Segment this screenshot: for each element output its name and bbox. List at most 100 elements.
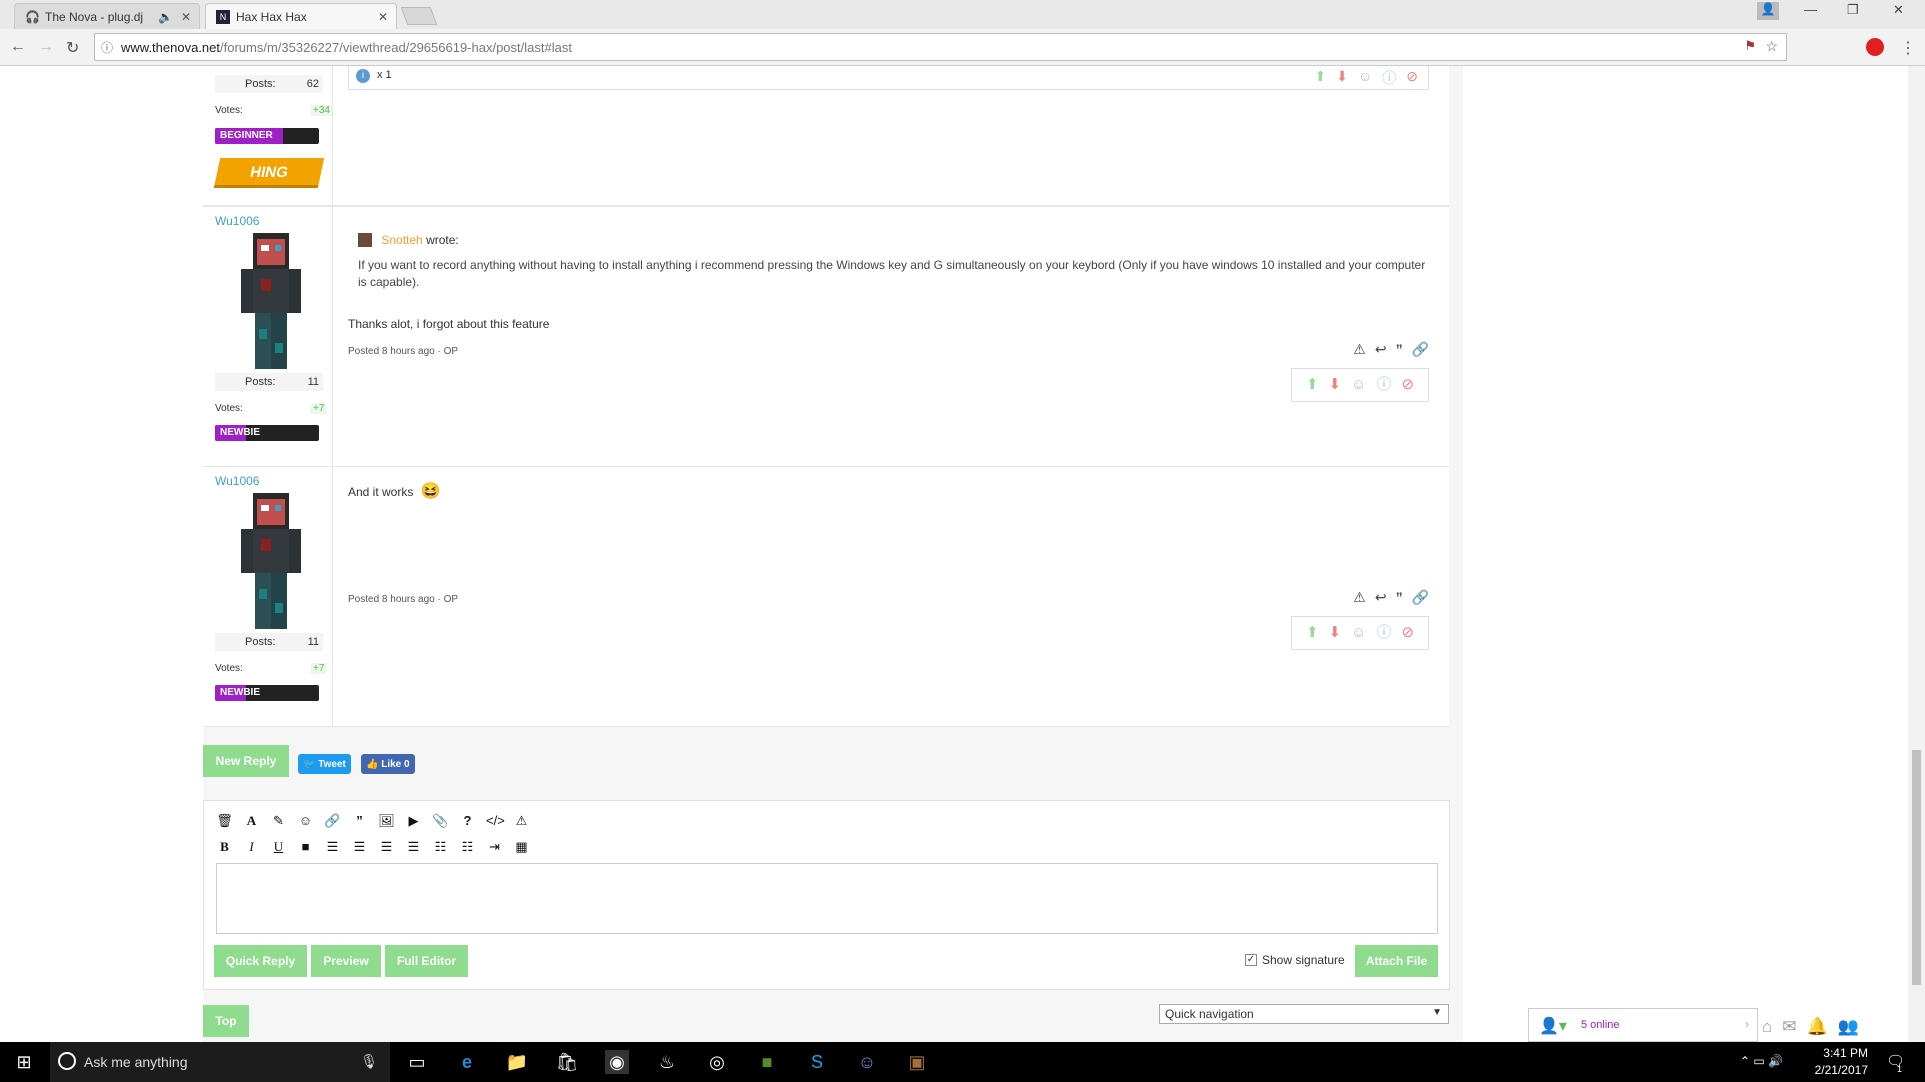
block-icon[interactable]: ⊘	[1401, 377, 1414, 393]
neutral-vote-icon[interactable]: ☺	[1358, 68, 1372, 88]
info-vote-icon[interactable]: ⓘ	[1376, 625, 1391, 641]
quote-icon[interactable]: ”	[351, 813, 368, 829]
microphone-icon[interactable]: 🎙	[360, 1053, 378, 1070]
menu-icon[interactable]: ⋮	[1900, 38, 1916, 58]
justify-icon[interactable]: ☰	[405, 839, 422, 855]
align-center-icon[interactable]: ☰	[351, 839, 368, 855]
downvote-icon[interactable]: ⬇	[1329, 377, 1342, 393]
close-icon[interactable]: ✕	[181, 10, 191, 24]
quote-icon[interactable]: ”	[1396, 589, 1403, 606]
user-icon[interactable]: 👤▾	[1539, 1016, 1567, 1036]
image-icon[interactable]: 🖼	[378, 813, 395, 829]
extension-icon[interactable]: ⚑	[1744, 38, 1756, 54]
new-reply-button[interactable]: New Reply	[203, 745, 289, 777]
video-icon[interactable]: ▶	[405, 813, 422, 829]
quick-reply-button[interactable]: Quick Reply	[214, 945, 307, 977]
avatar[interactable]	[241, 493, 301, 629]
new-tab-button[interactable]	[400, 7, 438, 25]
username-link[interactable]: Wu1006	[215, 214, 259, 228]
show-signature-checkbox[interactable]: ✓	[1245, 954, 1257, 966]
speaker-icon[interactable]: 🔈	[158, 10, 173, 24]
info-icon[interactable]: ⓘ	[101, 39, 113, 56]
italic-icon[interactable]: I	[243, 839, 260, 855]
trash-icon[interactable]: 🗑	[216, 813, 233, 829]
attachment-icon[interactable]: 📎	[432, 813, 449, 829]
chevron-right-icon[interactable]: ›	[1745, 1017, 1749, 1031]
back-icon[interactable]: ←	[10, 38, 26, 56]
help-icon[interactable]: ?	[459, 813, 476, 829]
color-icon[interactable]: ■	[297, 839, 314, 855]
table-icon[interactable]: ▦	[513, 839, 530, 855]
full-editor-button[interactable]: Full Editor	[385, 945, 468, 977]
bold-icon[interactable]: B	[216, 839, 233, 855]
bookmark-star-icon[interactable]: ☆	[1765, 38, 1778, 55]
block-icon[interactable]: ⊘	[1406, 68, 1418, 88]
store-icon[interactable]: 🛍	[555, 1050, 579, 1074]
block-icon[interactable]: ⊘	[1401, 625, 1414, 641]
task-view-icon[interactable]: ▭	[405, 1050, 429, 1074]
quote-author[interactable]: Snotteh	[381, 233, 422, 247]
scrollbar-thumb[interactable]	[1912, 750, 1921, 985]
reply-textarea[interactable]	[216, 863, 1438, 934]
report-icon[interactable]: ⚠	[1353, 589, 1366, 606]
minimize-icon[interactable]: —	[1804, 2, 1817, 17]
link-icon[interactable]: 🔗	[1412, 589, 1429, 606]
tab-hax[interactable]: N Hax Hax Hax ✕	[205, 3, 397, 29]
address-bar[interactable]: ⓘ www.thenova.net/forums/m/35326227/view…	[94, 33, 1787, 61]
file-explorer-icon[interactable]: 📁	[505, 1050, 529, 1074]
skype-icon[interactable]: S	[805, 1050, 829, 1074]
neutral-vote-icon[interactable]: ☺	[1351, 377, 1366, 393]
close-icon[interactable]: ✕	[378, 10, 388, 24]
align-right-icon[interactable]: ☰	[378, 839, 395, 855]
preview-button[interactable]: Preview	[311, 945, 381, 977]
steam-icon[interactable]: ♨	[655, 1050, 679, 1074]
reply-icon[interactable]: ↩	[1375, 589, 1387, 606]
extension-red-icon[interactable]	[1866, 38, 1884, 56]
quick-navigation-select[interactable]: Quick navigation ▼	[1159, 1004, 1449, 1024]
indent-icon[interactable]: ⇥	[486, 839, 503, 855]
forward-icon[interactable]: →	[38, 38, 54, 56]
upvote-icon[interactable]: ⬆	[1315, 68, 1327, 88]
neutral-vote-icon[interactable]: ☺	[1351, 625, 1366, 641]
windows-start-icon[interactable]: ⊞	[12, 1050, 36, 1074]
discord-icon[interactable]: ☺	[855, 1050, 879, 1074]
restore-icon[interactable]: ❐	[1847, 2, 1859, 18]
minecraft-icon[interactable]: ■	[755, 1050, 779, 1074]
edge-icon[interactable]: e	[455, 1050, 479, 1074]
home-icon[interactable]: ⌂	[1762, 1017, 1772, 1037]
like-button[interactable]: 👍 Like 0	[361, 754, 415, 774]
users-icon[interactable]: 👥	[1838, 1017, 1859, 1037]
bell-icon[interactable]: 🔔	[1807, 1017, 1828, 1037]
reply-icon[interactable]: ↩	[1375, 341, 1387, 358]
link-icon[interactable]: 🔗	[1412, 341, 1429, 358]
attach-file-button[interactable]: Attach File	[1355, 945, 1438, 977]
online-count[interactable]: 5 online	[1581, 1019, 1620, 1031]
chrome-icon[interactable]: ◉	[605, 1050, 629, 1074]
warning-icon[interactable]: ⚠	[513, 813, 530, 829]
reload-icon[interactable]: ↻	[66, 38, 79, 58]
top-button[interactable]: Top	[203, 1005, 249, 1037]
report-icon[interactable]: ⚠	[1353, 341, 1366, 358]
quote-icon[interactable]: ”	[1396, 341, 1403, 358]
system-tray-icons[interactable]: ⌃ ▭ 🔊	[1740, 1054, 1783, 1068]
brush-icon[interactable]: ✎	[270, 813, 287, 829]
underline-icon[interactable]: U	[270, 839, 287, 855]
smiley-icon[interactable]: ☺	[297, 813, 314, 829]
bullet-list-icon[interactable]: ☷	[432, 839, 449, 855]
profile-icon[interactable]: 👤	[1757, 2, 1779, 20]
link-icon[interactable]: 🔗	[324, 813, 341, 829]
info-vote-icon[interactable]: ⓘ	[1376, 377, 1391, 393]
upvote-icon[interactable]: ⬆	[1306, 377, 1319, 393]
tweet-button[interactable]: 🐦 Tweet	[298, 754, 351, 774]
code-icon[interactable]: </>	[486, 813, 505, 829]
action-center-icon[interactable]: 🗨	[1886, 1052, 1905, 1070]
downvote-icon[interactable]: ⬇	[1336, 68, 1348, 88]
tab-plugdj[interactable]: 🎧 The Nova - plug.dj 🔈 ✕	[14, 3, 200, 29]
downvote-icon[interactable]: ⬇	[1329, 625, 1342, 641]
avatar[interactable]	[241, 233, 301, 369]
window-close-icon[interactable]: ✕	[1893, 2, 1904, 18]
cortana-search[interactable]: Ask me anything 🎙	[50, 1042, 390, 1082]
info-vote-icon[interactable]: ⓘ	[1382, 68, 1396, 88]
upvote-icon[interactable]: ⬆	[1306, 625, 1319, 641]
mail-icon[interactable]: ✉	[1782, 1017, 1796, 1037]
